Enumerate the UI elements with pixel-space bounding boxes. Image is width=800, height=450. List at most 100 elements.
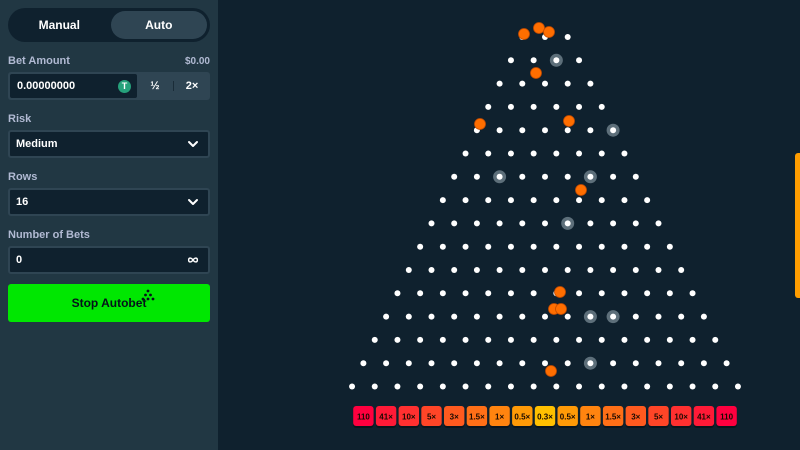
multiplier-label: 3× xyxy=(631,413,640,422)
peg xyxy=(644,197,651,204)
peg xyxy=(519,360,526,367)
peg xyxy=(451,313,458,320)
number-of-bets-input[interactable]: 0 xyxy=(8,246,210,274)
rows-value: 16 xyxy=(16,196,29,208)
ball xyxy=(530,67,542,79)
peg xyxy=(542,173,548,180)
ball xyxy=(533,22,545,34)
peg xyxy=(598,290,605,297)
bet-amount-group: 0.00000000 T ½ 2× xyxy=(8,72,210,100)
peg xyxy=(383,313,390,320)
peg xyxy=(666,290,673,297)
peg xyxy=(655,360,662,367)
peg xyxy=(564,34,571,40)
peg xyxy=(564,313,571,320)
peg xyxy=(360,360,367,367)
tab-manual[interactable]: Manual xyxy=(11,11,108,39)
peg xyxy=(576,243,583,250)
peg xyxy=(485,243,492,250)
peg xyxy=(542,267,548,273)
peg xyxy=(496,220,503,227)
peg xyxy=(610,220,617,227)
peg xyxy=(496,267,503,273)
peg xyxy=(587,360,594,367)
peg xyxy=(644,243,651,250)
peg xyxy=(666,243,673,250)
risk-label: Risk xyxy=(8,113,32,125)
ball xyxy=(518,28,530,40)
peg xyxy=(564,360,571,367)
chevron-down-icon xyxy=(188,199,198,205)
peg xyxy=(553,243,560,250)
peg xyxy=(632,173,639,180)
peg xyxy=(632,267,639,273)
peg xyxy=(462,150,469,157)
peg xyxy=(644,336,651,343)
multiplier-label: 0.5× xyxy=(560,413,576,422)
bet-amount-input[interactable]: 0.00000000 T xyxy=(10,74,137,98)
peg xyxy=(576,197,583,204)
peg xyxy=(507,57,514,64)
rows-select[interactable]: 16 xyxy=(8,188,210,216)
mode-toggle: Manual Auto xyxy=(8,8,210,42)
peg xyxy=(712,383,719,390)
infinity-icon xyxy=(187,257,199,263)
peg xyxy=(553,150,560,157)
peg xyxy=(610,127,617,134)
peg xyxy=(587,220,594,227)
side-panel-handle[interactable] xyxy=(795,153,800,298)
peg xyxy=(632,360,639,367)
peg xyxy=(394,290,401,297)
peg xyxy=(485,197,492,204)
peg xyxy=(700,313,707,320)
peg xyxy=(519,80,526,87)
peg xyxy=(666,336,673,343)
peg xyxy=(530,336,537,343)
peg xyxy=(439,290,446,297)
peg xyxy=(349,383,356,390)
peg xyxy=(689,383,696,390)
peg xyxy=(587,80,594,87)
peg xyxy=(371,336,378,343)
peg xyxy=(530,290,537,297)
stop-autobet-button[interactable]: Stop Autobet xyxy=(8,284,210,322)
peg xyxy=(496,313,503,320)
multiplier-label: 0.5× xyxy=(514,413,530,422)
risk-select[interactable]: Medium xyxy=(8,130,210,158)
tab-auto[interactable]: Auto xyxy=(110,11,207,39)
peg xyxy=(485,336,492,343)
multiplier-label: 1× xyxy=(495,413,504,422)
peg xyxy=(485,290,492,297)
peg xyxy=(507,243,514,250)
tether-icon: T xyxy=(118,79,131,93)
peg xyxy=(564,173,571,180)
peg xyxy=(723,360,730,367)
peg xyxy=(621,197,628,204)
peg xyxy=(519,220,526,227)
peg xyxy=(496,360,503,367)
ball xyxy=(474,118,486,130)
half-bet-button[interactable]: ½ xyxy=(139,74,171,98)
peg xyxy=(564,80,571,87)
peg xyxy=(655,313,662,320)
multiplier-label: 1.5× xyxy=(605,413,621,422)
peg xyxy=(519,127,526,134)
peg xyxy=(632,220,639,227)
peg xyxy=(576,150,583,157)
peg xyxy=(485,150,492,157)
peg xyxy=(655,267,662,273)
peg xyxy=(485,383,492,390)
peg xyxy=(678,360,685,367)
risk-value: Medium xyxy=(16,138,58,150)
peg xyxy=(621,243,628,250)
peg xyxy=(553,383,560,390)
peg xyxy=(451,360,458,367)
peg xyxy=(632,313,639,320)
peg xyxy=(542,220,548,227)
peg xyxy=(542,127,548,134)
peg xyxy=(451,220,458,227)
double-bet-button[interactable]: 2× xyxy=(176,74,208,98)
peg xyxy=(371,383,378,390)
multiplier-label: 110 xyxy=(720,413,733,422)
peg xyxy=(496,80,503,87)
